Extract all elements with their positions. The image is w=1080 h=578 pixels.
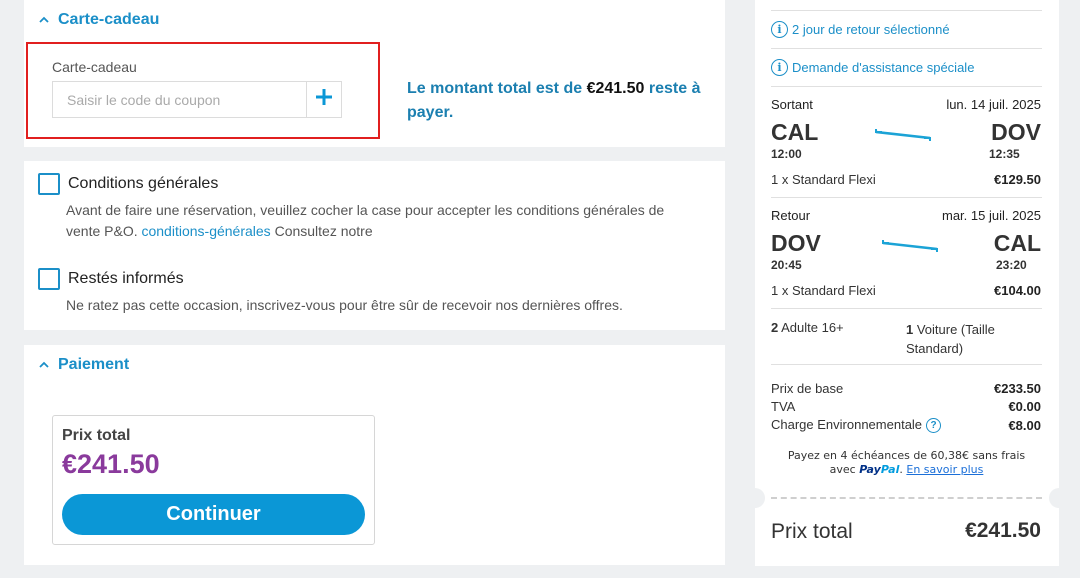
coupon-field — [52, 81, 342, 118]
apply-coupon-button[interactable] — [306, 82, 341, 117]
special-assistance-link[interactable]: i Demande d'assistance spéciale — [771, 59, 974, 76]
divider — [771, 308, 1042, 309]
divider — [771, 86, 1042, 87]
paypal-installments-note: Payez en 4 échéances de 60,38€ sans frai… — [787, 449, 1026, 476]
vat-label: TVA — [771, 399, 796, 414]
base-price-value: €233.50 — [994, 381, 1041, 396]
special-assistance-text: Demande d'assistance spéciale — [792, 60, 975, 75]
total-price-amount: €241.50 — [62, 449, 160, 479]
info-icon: i — [771, 59, 788, 76]
gift-card-field-label: Carte-cadeau — [52, 59, 137, 75]
inbound-label: Retour — [771, 208, 811, 223]
terms-title: Conditions générales — [68, 175, 219, 192]
plus-icon — [315, 88, 333, 111]
passengers-text: Adulte 16+ — [778, 320, 844, 335]
base-price-label: Prix de base — [771, 381, 844, 396]
remaining-amount-message: Le montant total est de €241.50 reste à … — [407, 77, 707, 125]
newsletter-description: Ne ratez pas cette occasion, inscrivez-v… — [66, 297, 623, 313]
inbound-fare: 1 x Standard Flexi — [771, 283, 876, 298]
newsletter-title: Restés informés — [68, 270, 184, 287]
paypal-with: avec — [829, 463, 860, 476]
remaining-amount: €241.50 — [586, 80, 645, 97]
outbound-from-port: CAL — [771, 119, 819, 145]
divider — [771, 10, 1042, 11]
terms-desc-line1: Avant de faire une réservation, veuillez… — [66, 202, 665, 218]
terms-checkbox[interactable] — [38, 173, 60, 195]
divider — [771, 197, 1042, 198]
continue-button[interactable]: Continuer — [62, 494, 365, 535]
outbound-price: €129.50 — [994, 172, 1041, 187]
divider — [771, 364, 1042, 365]
paypal-logo-pal: Pal — [880, 463, 900, 476]
inbound-date: mar. 15 juil. 2025 — [941, 208, 1041, 223]
ticket-notch-right — [1049, 488, 1069, 508]
summary-total-value: €241.50 — [965, 519, 1041, 542]
remaining-suffix: reste à — [644, 80, 701, 97]
eco-charge-value: €8.00 — [1008, 418, 1041, 433]
vehicle-text-line1: Voiture (Taille — [913, 322, 995, 337]
outbound-depart-time: 12:00 — [771, 147, 802, 161]
inbound-from-port: DOV — [771, 230, 821, 256]
inbound-arrive-time: 23:20 — [996, 258, 1027, 272]
return-selected-text: 2 jour de retour sélectionné — [792, 22, 950, 37]
terms-desc-suffix: Consultez notre — [270, 223, 373, 239]
dashed-divider — [771, 497, 1042, 499]
vehicle-summary: 1 Voiture (Taille Standard) — [906, 320, 995, 358]
chevron-up-icon — [38, 359, 50, 371]
remaining-prefix: Le montant total est de — [407, 80, 587, 97]
passengers-summary: 2 Adulte 16+ — [771, 320, 844, 335]
payment-title: Paiement — [58, 356, 130, 373]
ticket-notch-left — [745, 488, 765, 508]
terms-desc-prefix: vente P&O. — [66, 223, 142, 239]
outbound-date: lun. 14 juil. 2025 — [946, 97, 1041, 112]
vehicle-text-line2: Standard) — [906, 341, 964, 356]
coupon-code-input[interactable] — [53, 82, 307, 117]
paypal-learn-more-link[interactable]: En savoir plus — [906, 463, 983, 476]
outbound-arrow-icon — [875, 129, 931, 141]
total-price-label: Prix total — [62, 427, 131, 444]
divider — [771, 48, 1042, 49]
vat-value: €0.00 — [1008, 399, 1041, 414]
newsletter-checkbox[interactable] — [38, 268, 60, 290]
inbound-price: €104.00 — [994, 283, 1041, 298]
inbound-depart-time: 20:45 — [771, 258, 802, 272]
gift-card-toggle[interactable]: Carte-cadeau — [38, 11, 159, 29]
payment-toggle[interactable]: Paiement — [38, 356, 129, 374]
summary-total-label: Prix total — [771, 520, 853, 543]
info-icon: i — [771, 21, 788, 38]
remaining-line2: payer. — [407, 104, 454, 121]
return-selected-info[interactable]: i 2 jour de retour sélectionné — [771, 21, 950, 38]
paypal-line1: Payez en 4 échéances de 60,38€ sans frai… — [787, 449, 1026, 462]
outbound-label: Sortant — [771, 97, 813, 112]
outbound-fare: 1 x Standard Flexi — [771, 172, 876, 187]
eco-charge-label: Charge Environnementale? — [771, 417, 942, 434]
chevron-up-icon — [38, 14, 50, 26]
outbound-arrive-time: 12:35 — [989, 147, 1020, 161]
outbound-to-port: DOV — [991, 119, 1041, 145]
terms-description: Avant de faire une réservation, veuillez… — [66, 200, 716, 242]
gift-card-title: Carte-cadeau — [58, 11, 160, 28]
inbound-to-port: CAL — [993, 230, 1041, 256]
paypal-logo-pay: Pay — [859, 463, 881, 476]
help-icon[interactable]: ? — [926, 418, 942, 434]
eco-charge-text: Charge Environnementale — [771, 417, 923, 432]
inbound-arrow-icon — [882, 240, 938, 252]
terms-link[interactable]: conditions-générales — [141, 223, 270, 239]
